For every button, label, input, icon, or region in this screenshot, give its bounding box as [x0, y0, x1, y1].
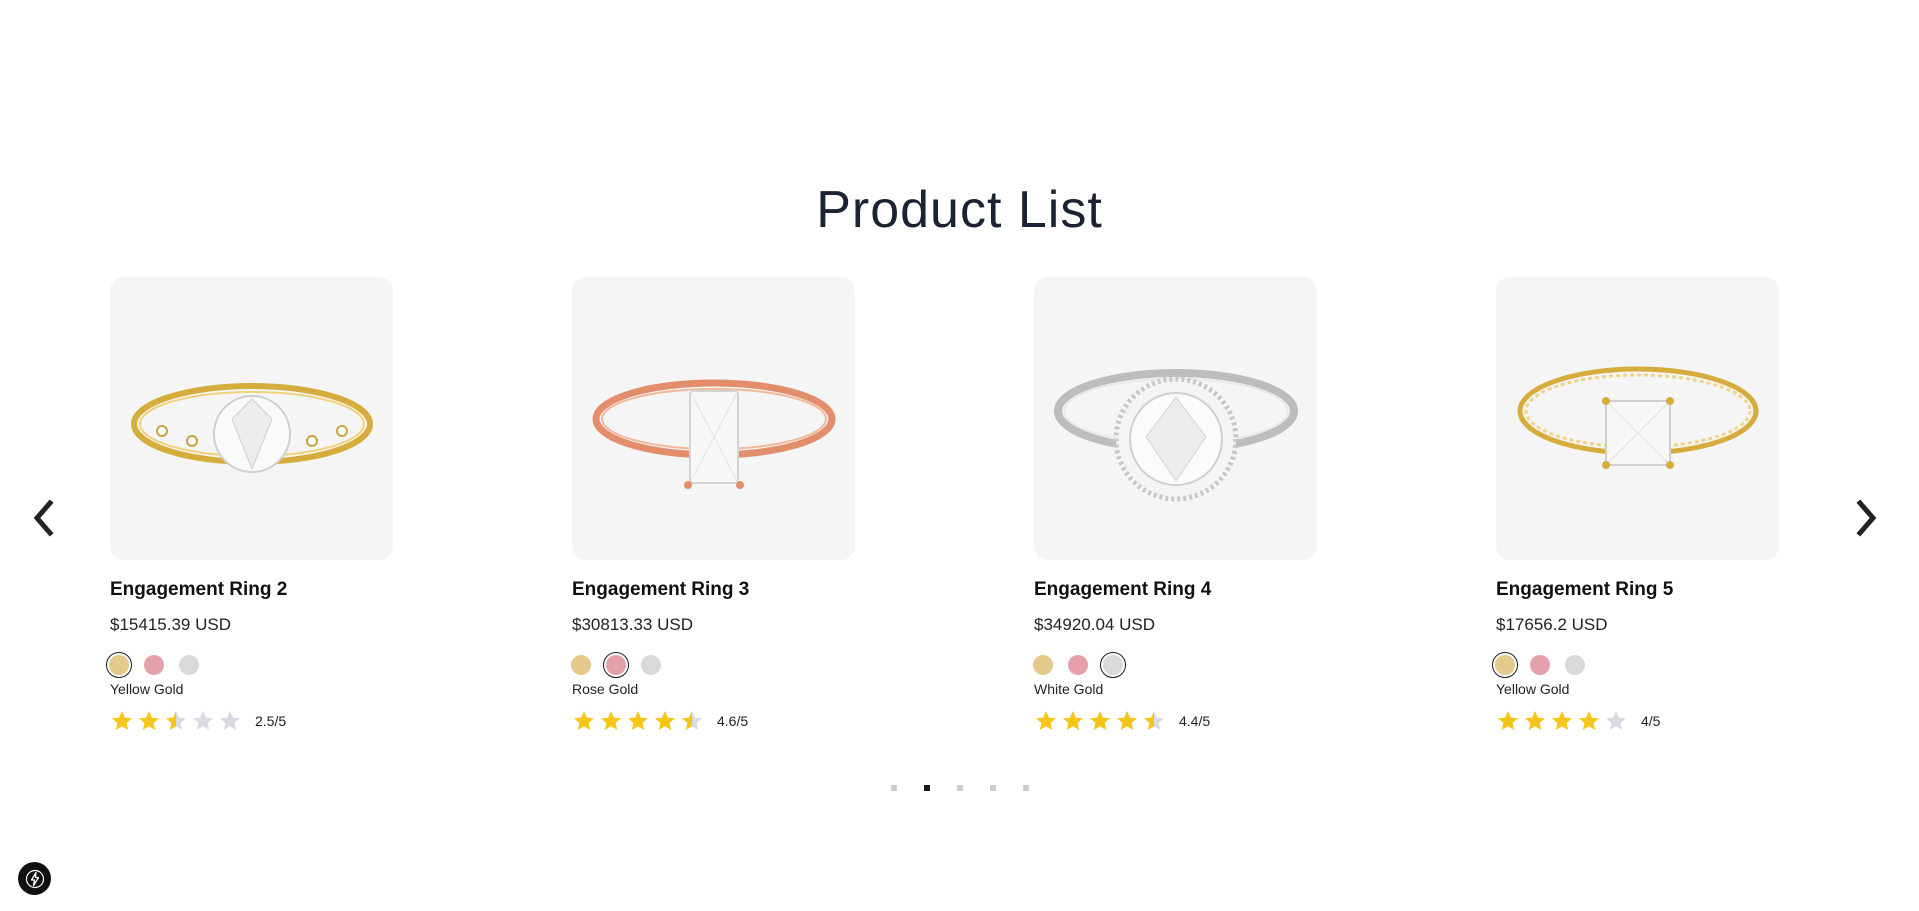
star-icon [1063, 711, 1083, 730]
star-rating: 4.4/5 [1034, 709, 1317, 733]
rating-stars [110, 709, 242, 733]
swatch-dot [1068, 655, 1088, 675]
swatch-dot [1495, 655, 1515, 675]
star-icon [1552, 711, 1572, 730]
page-title: Product List [816, 180, 1103, 239]
swatch-rose-gold[interactable] [1527, 652, 1553, 678]
star-icon [166, 711, 186, 730]
star-icon [220, 711, 240, 730]
selected-metal-label: White Gold [1034, 681, 1104, 697]
selected-metal-label: Yellow Gold [1496, 681, 1570, 697]
product-card[interactable]: Engagement Ring 4 $34920.04 USD White Go… [1033, 277, 1317, 733]
rating-stars [572, 709, 704, 733]
carousel-next-button[interactable] [1846, 495, 1886, 541]
star-icon [682, 711, 702, 730]
swatch-white-gold[interactable] [1562, 652, 1588, 678]
star-rating: 2.5/5 [110, 709, 393, 733]
star-icon [112, 711, 132, 730]
carousel-pagination [0, 785, 1919, 791]
ring-image [592, 379, 835, 489]
star-icon [1498, 711, 1518, 730]
swatch-dot [1033, 655, 1053, 675]
rating-text: 4.4/5 [1179, 713, 1211, 729]
product-name[interactable]: Engagement Ring 4 [1034, 579, 1317, 601]
rating-stars [1496, 709, 1628, 733]
swatch-dot [571, 655, 591, 675]
swatch-yellow-gold[interactable] [106, 652, 132, 678]
star-icon [1579, 711, 1599, 730]
star-icon [1036, 711, 1056, 730]
star-icon [628, 711, 648, 730]
carousel-prev-button[interactable] [24, 495, 64, 541]
swatch-yellow-gold[interactable] [1030, 652, 1056, 678]
product-name[interactable]: Engagement Ring 3 [572, 579, 855, 601]
metal-swatches [1030, 651, 1317, 679]
selected-metal-label: Yellow Gold [110, 681, 184, 697]
star-icon [601, 711, 621, 730]
widget-button[interactable] [18, 862, 51, 895]
swatch-dot [144, 655, 164, 675]
rating-text: 2.5/5 [255, 713, 287, 729]
product-price: $15415.39 USD [110, 615, 231, 634]
ring-image [1517, 366, 1758, 469]
product-carousel: Engagement Ring 2 $15415.39 USD Yellow G… [106, 277, 1810, 757]
swatch-dot [606, 655, 626, 675]
chevron-left-icon [33, 499, 54, 537]
star-icon [1090, 711, 1110, 730]
star-icon [1606, 711, 1626, 730]
product-card[interactable]: Engagement Ring 2 $15415.39 USD Yellow G… [106, 277, 393, 733]
metal-swatches [106, 651, 393, 679]
swatch-white-gold[interactable] [1100, 652, 1126, 678]
swatch-dot [109, 655, 129, 675]
swatch-rose-gold[interactable] [1065, 652, 1091, 678]
rating-stars [1034, 709, 1166, 733]
star-rating: 4.6/5 [572, 709, 855, 733]
rating-text: 4.6/5 [717, 713, 749, 729]
swatch-rose-gold[interactable] [603, 652, 629, 678]
product-card[interactable]: Engagement Ring 3 $30813.33 USD Rose Gol… [571, 277, 855, 733]
metal-swatches [1492, 651, 1779, 679]
product-price: $17656.2 USD [1496, 615, 1608, 634]
metal-swatches [568, 651, 855, 679]
lightning-bolt-icon [25, 869, 44, 888]
product-name[interactable]: Engagement Ring 2 [110, 579, 393, 601]
swatch-dot [1565, 655, 1585, 675]
product-card[interactable]: Engagement Ring 5 $17656.2 USD Yellow Go… [1492, 277, 1779, 733]
product-price: $30813.33 USD [572, 615, 693, 634]
ring-image [130, 382, 373, 473]
swatch-dot [641, 655, 661, 675]
swatch-dot [1530, 655, 1550, 675]
rating-text: 4/5 [1641, 713, 1661, 729]
chevron-right-icon [1856, 499, 1877, 537]
product-name[interactable]: Engagement Ring 5 [1496, 579, 1779, 601]
pagination-dot[interactable] [989, 785, 996, 791]
product-image[interactable] [110, 277, 393, 560]
selected-metal-label: Rose Gold [572, 681, 639, 697]
swatch-yellow-gold[interactable] [568, 652, 594, 678]
pagination-dot[interactable] [1022, 785, 1029, 791]
star-icon [1525, 711, 1545, 730]
star-icon [574, 711, 594, 730]
swatch-dot [179, 655, 199, 675]
star-icon [655, 711, 675, 730]
swatch-rose-gold[interactable] [141, 652, 167, 678]
star-rating: 4/5 [1496, 709, 1779, 733]
pagination-dot[interactable] [923, 785, 930, 791]
star-icon [1117, 711, 1137, 730]
swatch-yellow-gold[interactable] [1492, 652, 1518, 678]
ring-image [1053, 368, 1298, 501]
swatch-dot [1103, 655, 1123, 675]
star-icon [1144, 711, 1164, 730]
product-image[interactable] [1034, 277, 1317, 560]
pagination-dot[interactable] [956, 785, 963, 791]
pagination-dot[interactable] [890, 785, 897, 791]
product-image[interactable] [572, 277, 855, 560]
swatch-white-gold[interactable] [176, 652, 202, 678]
swatch-white-gold[interactable] [638, 652, 664, 678]
star-icon [193, 711, 213, 730]
product-image[interactable] [1496, 277, 1779, 560]
product-price: $34920.04 USD [1034, 615, 1155, 634]
star-icon [139, 711, 159, 730]
